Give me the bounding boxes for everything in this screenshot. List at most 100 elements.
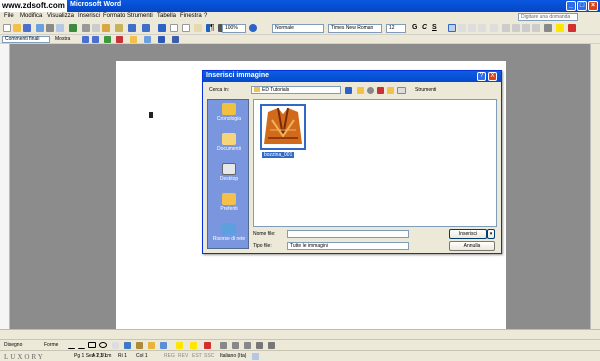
maximize-button[interactable]: □ [577, 1, 587, 11]
save-icon[interactable] [23, 24, 31, 32]
numbering-icon[interactable] [502, 24, 510, 32]
menu-modifica[interactable]: Modifica [20, 13, 42, 19]
show-menu[interactable]: Mostra [55, 36, 70, 42]
open-icon[interactable] [13, 24, 21, 32]
arrow-icon[interactable] [78, 342, 85, 349]
autoshapes-menu[interactable]: Forme [44, 342, 58, 348]
back-icon[interactable] [345, 87, 352, 94]
oval-icon[interactable] [99, 342, 107, 348]
cut-icon[interactable] [82, 24, 90, 32]
new-folder-icon[interactable] [387, 87, 394, 94]
image-thumbnail[interactable] [260, 104, 306, 150]
align-left-icon[interactable] [448, 24, 456, 32]
insert-button[interactable]: Inserisci [449, 229, 487, 239]
place-favorites[interactable]: Preferiti [208, 190, 250, 220]
close-window-button[interactable]: × [588, 1, 598, 11]
views-icon[interactable] [397, 87, 406, 94]
bullets-icon[interactable] [512, 24, 520, 32]
menu-tabella[interactable]: Tabella [157, 13, 176, 19]
3d-style-icon[interactable] [268, 342, 275, 349]
fill-color-icon[interactable] [176, 342, 183, 349]
dialog-help-button[interactable]: ? [477, 72, 486, 81]
spelling-status-icon[interactable] [252, 353, 259, 360]
help-icon[interactable] [249, 24, 257, 32]
rectangle-icon[interactable] [88, 342, 96, 348]
search-web-icon[interactable] [367, 87, 374, 94]
place-documents[interactable]: Documenti [208, 130, 250, 160]
look-in-select[interactable]: ED Tutorials [251, 86, 341, 94]
italic-button[interactable]: C [422, 24, 427, 31]
new-document-icon[interactable] [3, 24, 11, 32]
dash-style-icon[interactable] [232, 342, 239, 349]
font-select[interactable]: Times New Roman [328, 24, 382, 33]
menu-file[interactable]: File [4, 13, 14, 19]
increase-indent-icon[interactable] [532, 24, 540, 32]
tools-menu[interactable]: Strumenti [415, 87, 436, 93]
image-file-label[interactable]: bozzina_001 [262, 152, 295, 158]
columns-icon[interactable] [194, 24, 202, 32]
line-style-icon[interactable] [220, 342, 227, 349]
paste-icon[interactable] [102, 24, 110, 32]
up-folder-icon[interactable] [357, 87, 364, 94]
reject-change-icon[interactable] [116, 36, 123, 43]
status-reg[interactable]: REG [164, 353, 175, 359]
decrease-indent-icon[interactable] [522, 24, 530, 32]
print-icon[interactable] [46, 24, 54, 32]
minimize-button[interactable]: _ [566, 1, 576, 11]
draw-menu[interactable]: Disegno [4, 342, 22, 348]
line-spacing-icon[interactable] [490, 24, 498, 32]
status-ssc[interactable]: SSC [204, 353, 214, 359]
cancel-button[interactable]: Annulla [449, 241, 495, 251]
place-history[interactable]: Cronologia [208, 100, 250, 130]
undo-icon[interactable] [128, 24, 136, 32]
accept-change-icon[interactable] [104, 36, 111, 43]
hyperlink-icon[interactable] [158, 24, 166, 32]
line-icon[interactable] [68, 342, 75, 349]
menu-inserisci[interactable]: Inserisci [78, 13, 100, 19]
font-color-draw-icon[interactable] [204, 342, 211, 349]
status-rev[interactable]: REV [178, 353, 188, 359]
filetype-select[interactable]: Tutte le immagini [287, 242, 409, 250]
insert-options-chevron-down-icon[interactable]: ▾ [487, 229, 495, 239]
file-list[interactable]: bozzina_001 [253, 99, 497, 227]
spelling-icon[interactable] [69, 24, 77, 32]
horizontal-scrollbar[interactable] [0, 329, 600, 339]
insert-table-icon[interactable] [182, 24, 190, 32]
copy-icon[interactable] [92, 24, 100, 32]
menu-strumenti[interactable]: Strumenti [127, 13, 153, 19]
reviewing-pane-icon[interactable] [158, 36, 165, 43]
track-changes-icon[interactable] [144, 36, 151, 43]
diagram-icon[interactable] [136, 342, 143, 349]
bold-button[interactable]: G [412, 24, 417, 31]
previous-change-icon[interactable] [82, 36, 89, 43]
shadow-style-icon[interactable] [256, 342, 263, 349]
borders-icon[interactable] [544, 24, 552, 32]
arrow-style-icon[interactable] [244, 342, 251, 349]
permission-icon[interactable] [36, 24, 44, 32]
menu-visualizza[interactable]: Visualizza [47, 13, 74, 19]
dialog-close-button[interactable]: X [488, 72, 497, 81]
new-comment-icon[interactable] [130, 36, 137, 43]
status-est[interactable]: EST [192, 353, 202, 359]
review-display-select[interactable]: Commenti finali [2, 36, 50, 43]
zoom-select[interactable]: 100% [222, 24, 246, 33]
menu-help[interactable]: ? [204, 13, 207, 19]
format-painter-icon[interactable] [115, 24, 123, 32]
place-network[interactable]: Risorse di rete [208, 220, 250, 250]
justify-icon[interactable] [478, 24, 486, 32]
underline-button[interactable]: S [432, 24, 437, 31]
show-hide-icon[interactable]: ¶ [210, 24, 218, 32]
tables-icon[interactable] [170, 24, 178, 32]
line-color-icon[interactable] [190, 342, 197, 349]
delete-icon[interactable] [377, 87, 384, 94]
textbox-icon[interactable] [112, 342, 119, 349]
place-desktop[interactable]: Desktop [208, 160, 250, 190]
help-question-box[interactable]: Digitare una domanda [518, 13, 578, 21]
picture-toolbar-icon[interactable] [172, 36, 179, 43]
filename-input[interactable] [287, 230, 409, 238]
next-change-icon[interactable] [92, 36, 99, 43]
menu-formato[interactable]: Formato [103, 13, 125, 19]
highlight-icon[interactable] [556, 24, 564, 32]
wordart-icon[interactable] [124, 342, 131, 349]
vertical-scrollbar[interactable] [590, 44, 600, 329]
